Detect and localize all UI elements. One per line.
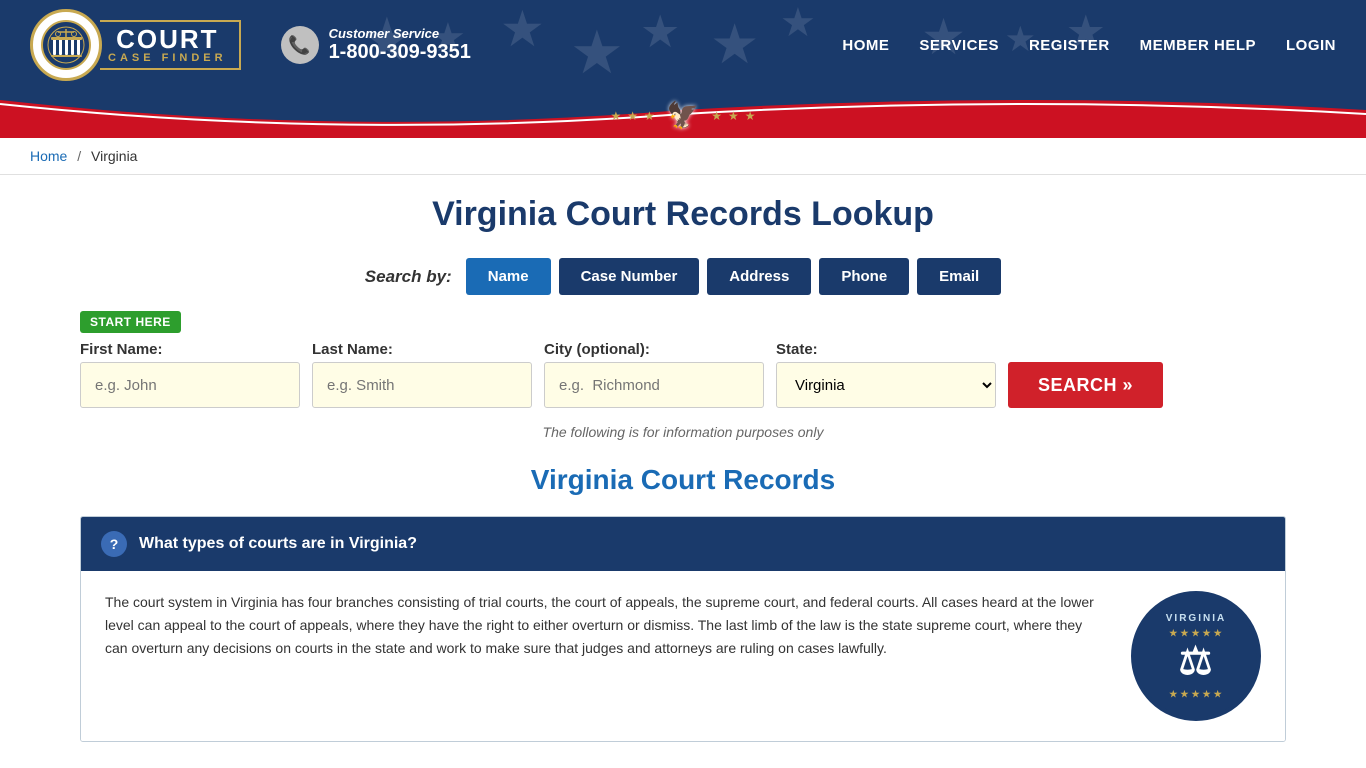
search-form: First Name: Last Name: City (optional): …: [80, 341, 1286, 408]
breadcrumb: Home / Virginia: [0, 138, 1366, 175]
nav-home[interactable]: HOME: [842, 37, 889, 54]
page-title: Virginia Court Records Lookup: [80, 195, 1286, 234]
star: ★: [627, 109, 638, 123]
logo-casefinder-text: CASE FINDER: [108, 52, 227, 64]
header-left: COURT CASE FINDER 📞 Customer Service 1-8…: [30, 9, 471, 81]
last-name-input[interactable]: [312, 362, 532, 408]
logo-circle: [30, 9, 102, 81]
bg-star: ★: [570, 18, 624, 88]
faq-icon: ?: [101, 531, 127, 557]
tab-email[interactable]: Email: [917, 258, 1001, 295]
breadcrumb-current: Virginia: [91, 148, 137, 164]
tab-address[interactable]: Address: [707, 258, 811, 295]
first-name-label: First Name:: [80, 341, 300, 358]
bg-star: ★: [640, 5, 680, 58]
nav-member-help[interactable]: MEMBER HELP: [1140, 37, 1256, 54]
last-name-field: Last Name:: [312, 341, 532, 408]
faq-text: The court system in Virginia has four br…: [105, 591, 1107, 721]
customer-service-label: Customer Service: [329, 26, 471, 41]
stars-right: ★ ★ ★: [711, 109, 755, 123]
seal-top-text: VIRGINIA: [1166, 613, 1226, 624]
bg-star: ★: [710, 12, 759, 76]
seal-stars-bottom: ★ ★ ★ ★ ★: [1169, 689, 1222, 700]
breadcrumb-separator: /: [77, 148, 81, 164]
faq-item: ? What types of courts are in Virginia? …: [80, 516, 1286, 742]
stars-left: ★ ★ ★: [611, 109, 655, 123]
state-label: State:: [776, 341, 996, 358]
section-title: Virginia Court Records: [80, 464, 1286, 496]
last-name-label: Last Name:: [312, 341, 532, 358]
eagle-container: ★ ★ ★ 🦅 ★ ★ ★: [611, 100, 756, 131]
search-by-row: Search by: Name Case Number Address Phon…: [80, 258, 1286, 295]
city-input[interactable]: [544, 362, 764, 408]
faq-header[interactable]: ? What types of courts are in Virginia?: [81, 517, 1285, 571]
search-by-label: Search by:: [365, 267, 452, 287]
state-select[interactable]: Virginia Alabama Alaska Arizona Arkansas…: [776, 362, 996, 408]
nav-register[interactable]: REGISTER: [1029, 37, 1110, 54]
star: ★: [611, 109, 622, 123]
faq-question: What types of courts are in Virginia?: [139, 535, 417, 553]
seal-scales-icon: ⚖: [1178, 643, 1213, 681]
city-field: City (optional):: [544, 341, 764, 408]
search-button[interactable]: SEARCH »: [1008, 362, 1163, 408]
main-nav: HOME SERVICES REGISTER MEMBER HELP LOGIN: [842, 37, 1336, 54]
faq-body: The court system in Virginia has four br…: [81, 571, 1285, 741]
star: ★: [644, 109, 655, 123]
nav-login[interactable]: LOGIN: [1286, 37, 1336, 54]
site-header: ★ ★ ★ ★ ★ ★ ★ ★ ★ ★: [0, 0, 1366, 90]
wave-banner: ★ ★ ★ 🦅 ★ ★ ★: [0, 90, 1366, 138]
logo-icon: [40, 19, 92, 71]
breadcrumb-home[interactable]: Home: [30, 148, 67, 164]
main-content: Virginia Court Records Lookup Search by:…: [0, 175, 1366, 762]
bg-star: ★: [780, 0, 816, 46]
header-phone: 📞 Customer Service 1-800-309-9351: [281, 26, 471, 64]
logo: COURT CASE FINDER: [30, 9, 241, 81]
first-name-input[interactable]: [80, 362, 300, 408]
nav-services[interactable]: SERVICES: [919, 37, 999, 54]
city-label: City (optional):: [544, 341, 764, 358]
phone-icon: 📞: [281, 26, 319, 64]
info-note: The following is for information purpose…: [80, 424, 1286, 440]
eagle-icon: 🦅: [667, 100, 699, 131]
logo-text: COURT CASE FINDER: [100, 20, 241, 70]
phone-number: 1-800-309-9351: [329, 41, 471, 64]
star: ★: [745, 109, 756, 123]
star: ★: [711, 109, 722, 123]
seal-inner: VIRGINIA ★ ★ ★ ★ ★ ⚖ ★ ★ ★ ★ ★: [1135, 595, 1257, 717]
bg-star: ★: [500, 0, 545, 58]
phone-text: Customer Service 1-800-309-9351: [329, 26, 471, 64]
tab-name[interactable]: Name: [466, 258, 551, 295]
star: ★: [728, 109, 739, 123]
start-here-badge: START HERE: [80, 311, 181, 333]
tab-phone[interactable]: Phone: [819, 258, 909, 295]
logo-court-text: COURT: [116, 26, 218, 52]
seal-stars-top: ★ ★ ★ ★ ★: [1169, 628, 1222, 639]
virginia-seal: VIRGINIA ★ ★ ★ ★ ★ ⚖ ★ ★ ★ ★ ★: [1131, 591, 1261, 721]
state-field: State: Virginia Alabama Alaska Arizona A…: [776, 341, 996, 408]
first-name-field: First Name:: [80, 341, 300, 408]
tab-case-number[interactable]: Case Number: [559, 258, 700, 295]
